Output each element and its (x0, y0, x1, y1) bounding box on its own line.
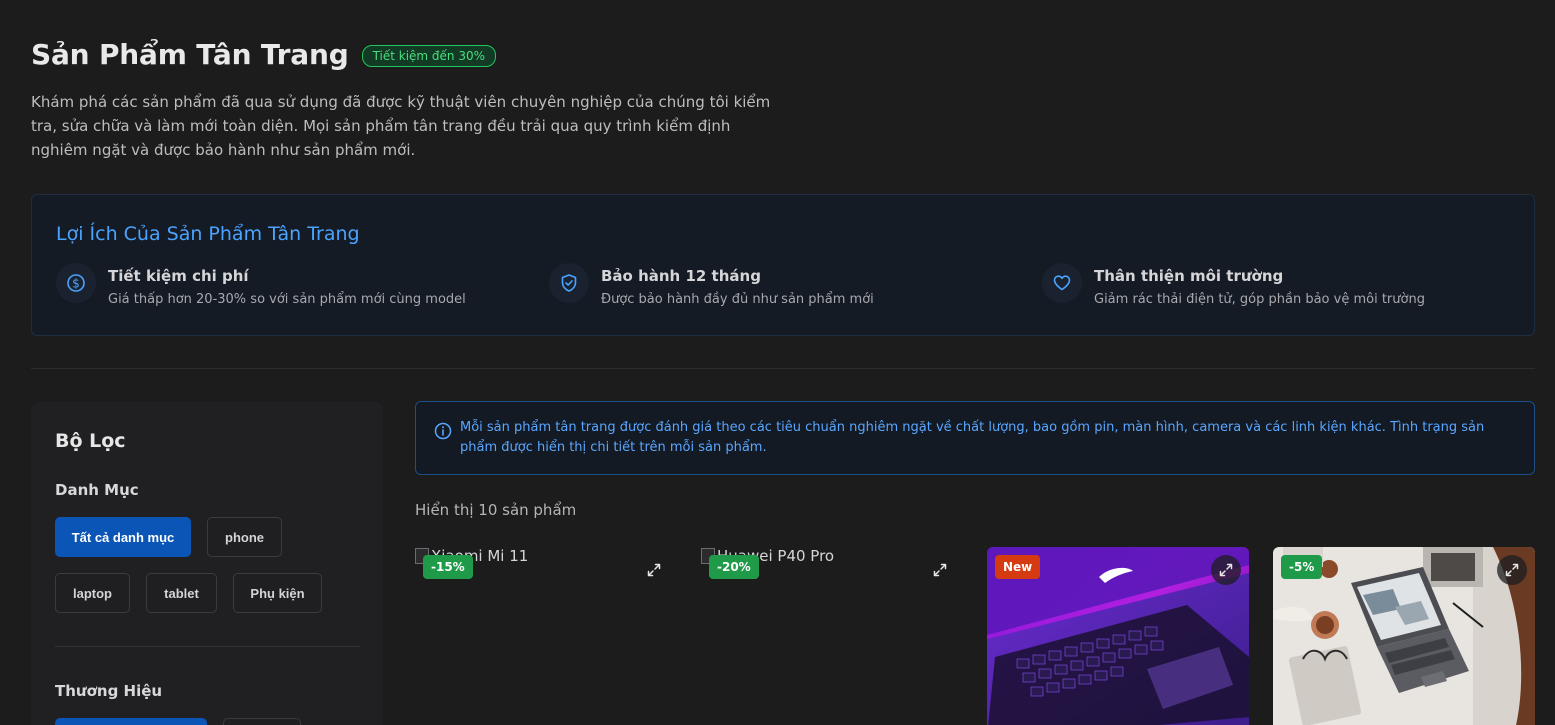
expand-icon[interactable] (925, 555, 955, 585)
discount-badge: -5% (1281, 555, 1323, 579)
alert-text: Mỗi sản phẩm tân trang được đánh giá the… (460, 420, 1485, 455)
svg-text:$: $ (72, 277, 80, 291)
new-badge: New (995, 555, 1041, 579)
product-card[interactable]: Xiaomi Mi 11 -15% (415, 547, 677, 725)
intro-text: Khám phá các sản phẩm đã qua sử dụng đã … (31, 93, 771, 159)
benefit-title: Bảo hành 12 tháng (601, 267, 761, 285)
page-title: Sản Phẩm Tân Trang (31, 38, 349, 71)
benefit-desc: Giảm rác thải điện tử, góp phần bảo vệ m… (1094, 292, 1425, 307)
category-chip-all[interactable]: Tất cả danh mục (55, 517, 191, 557)
discount-badge: -15% (423, 555, 473, 579)
benefits-panel: Lợi Ích Của Sản Phẩm Tân Trang $ Tiết ki… (31, 194, 1535, 336)
product-card[interactable]: Huawei P40 Pro -20% (701, 547, 963, 725)
benefit-desc: Được bảo hành đầy đủ như sản phẩm mới (601, 292, 874, 307)
category-chip-accessories[interactable]: Phụ kiện (233, 573, 322, 613)
discount-badge: -20% (709, 555, 759, 579)
brand-chip[interactable] (223, 718, 301, 725)
category-chip-phone[interactable]: phone (207, 517, 282, 557)
category-chip-tablet[interactable]: tablet (146, 573, 217, 613)
category-chip-laptop[interactable]: laptop (55, 573, 130, 613)
heart-icon (1042, 263, 1082, 303)
benefit-desc: Giá thấp hơn 20-30% so với sản phẩm mới … (108, 292, 466, 307)
brand-chip-all[interactable] (55, 718, 207, 725)
results-count: Hiển thị 10 sản phẩm (415, 501, 577, 519)
brand-label: Thương Hiệu (55, 682, 163, 700)
benefit-warranty: Bảo hành 12 tháng Được bảo hành đầy đủ n… (549, 263, 874, 307)
info-icon (434, 422, 452, 444)
benefit-eco: Thân thiện môi trường Giảm rác thải điện… (1042, 263, 1425, 307)
benefit-cost: $ Tiết kiệm chi phí Giá thấp hơn 20-30% … (56, 263, 466, 307)
benefits-title: Lợi Ích Của Sản Phẩm Tân Trang (56, 223, 360, 245)
expand-icon[interactable] (639, 555, 669, 585)
filter-title: Bộ Lọc (55, 430, 126, 452)
benefit-title: Tiết kiệm chi phí (108, 267, 249, 285)
shield-check-icon (549, 263, 589, 303)
savings-badge: Tiết kiệm đến 30% (361, 44, 497, 67)
info-alert: Mỗi sản phẩm tân trang được đánh giá the… (415, 401, 1535, 475)
dollar-icon: $ (56, 263, 96, 303)
page-header: Sản Phẩm Tân Trang Tiết kiệm đến 30% (31, 38, 497, 71)
filter-divider (55, 646, 360, 647)
product-card[interactable]: New (987, 547, 1249, 725)
expand-icon[interactable] (1211, 555, 1241, 585)
product-card[interactable]: -5% (1273, 547, 1535, 725)
expand-icon[interactable] (1497, 555, 1527, 585)
filter-sidebar: Bộ Lọc Danh Mục Tất cả danh mục phone la… (31, 402, 383, 725)
benefit-title: Thân thiện môi trường (1094, 267, 1284, 285)
section-divider (31, 368, 1535, 369)
category-label: Danh Mục (55, 481, 139, 499)
